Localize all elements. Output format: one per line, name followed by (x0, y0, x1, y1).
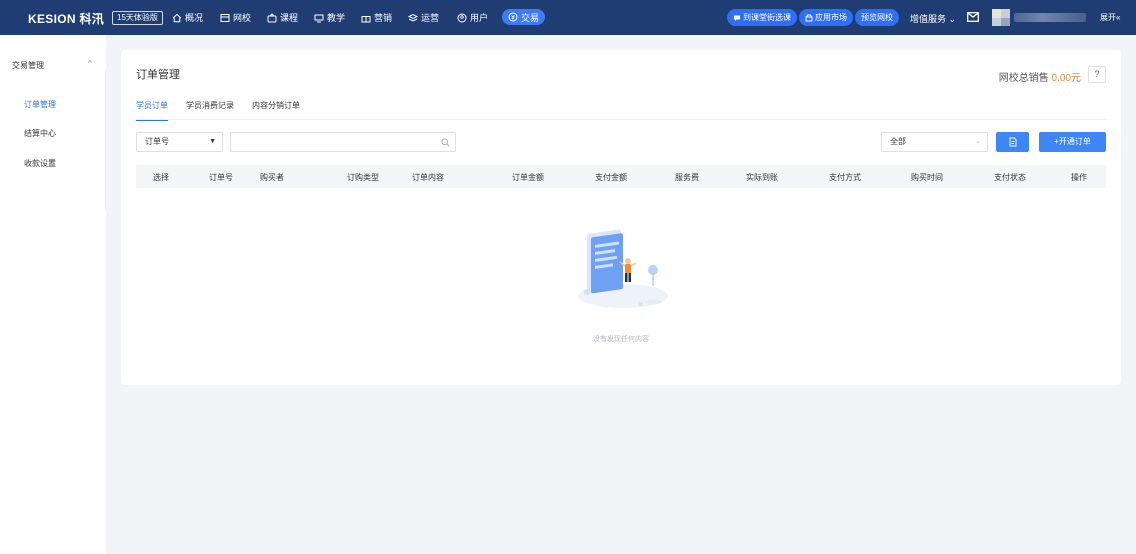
column-header: 订购类型 (347, 173, 379, 182)
store-icon (805, 14, 813, 22)
username-redacted[interactable] (1014, 13, 1086, 22)
nav-item-label: 交易 (521, 12, 540, 23)
total-sales: 网校总销售 0.00元 (999, 69, 1081, 84)
empty-state-text: 没有发现任何内容 (593, 336, 649, 343)
sidebar: 交易管理 ^ 订单管理 结算中心 收款设置 (0, 35, 106, 554)
help-button[interactable]: ? (1088, 66, 1106, 83)
school-icon (220, 13, 230, 23)
nav-item-operations[interactable]: 运营 (408, 0, 439, 35)
page-title: 订单管理 (136, 69, 180, 81)
search-icon[interactable] (441, 138, 450, 147)
filter-field-select[interactable]: 订单号 ▼ (136, 132, 223, 152)
trial-badge: 15天体验版 (112, 11, 163, 25)
nav-item-label: 营销 (374, 13, 393, 23)
filter-field-value: 订单号 (145, 137, 169, 146)
nav-item-course[interactable]: 课程 (267, 0, 298, 35)
course-street-button[interactable]: 到课堂街选课 (727, 9, 797, 26)
expand-button[interactable]: 展开« (1100, 12, 1120, 23)
course-icon (267, 12, 277, 23)
avatar[interactable] (992, 9, 1010, 26)
nav-item-marketing[interactable]: 营销 (361, 0, 392, 35)
column-header: 订单金额 (512, 173, 544, 182)
sidebar-item-payment-settings[interactable]: 收款设置 (24, 158, 56, 169)
top-nav-bar: KESION 科汛 15天体验版 概况 网校 课程 教学 营销 运营 用户 交易… (0, 0, 1136, 35)
column-header: 服务费 (675, 173, 699, 182)
column-header: 操作 (1071, 173, 1087, 182)
order-tabs: 学员订单 学员消费记录 内容分销订单 (136, 100, 318, 121)
sidebar-item-settlement[interactable]: 结算中心 (24, 128, 56, 139)
column-header: 订单内容 (412, 173, 444, 182)
nav-item-users[interactable]: 用户 (457, 0, 488, 35)
sidebar-group-trade[interactable]: 交易管理 (12, 60, 44, 71)
tab-student-orders[interactable]: 学员订单 (136, 100, 168, 121)
total-sales-amount: 0.00元 (1051, 73, 1081, 84)
user-icon (457, 13, 467, 23)
nav-item-overview[interactable]: 概况 (172, 0, 203, 35)
gift-icon (361, 13, 371, 23)
nav-item-school[interactable]: 网校 (220, 0, 251, 35)
chevron-up-icon[interactable]: ^ (88, 59, 92, 68)
value-services-label: 增值服务 (910, 14, 947, 24)
column-header: 购买者 (260, 173, 284, 182)
open-order-button[interactable]: +开通订单 (1039, 132, 1106, 152)
orders-table-header: 选择 订单号 购买者 订购类型 订单内容 订单金额 支付金额 服务费 实际到账 … (136, 165, 1106, 188)
nav-item-trade[interactable]: 交易 (502, 9, 546, 25)
nav-item-teaching[interactable]: 教学 (314, 0, 345, 35)
tab-consumption-records[interactable]: 学员消费记录 (186, 100, 234, 121)
order-management-card: 订单管理 网校总销售 0.00元 ? 学员订单 学员消费记录 内容分销订单 订单… (121, 50, 1121, 385)
pill-label: 到课堂街选课 (743, 13, 791, 22)
chevron-down-icon: ⌄ (948, 14, 957, 24)
mail-icon[interactable] (967, 12, 979, 22)
tab-distribution-orders[interactable]: 内容分销订单 (252, 100, 300, 121)
nav-item-label: 教学 (327, 13, 346, 23)
column-header: 购买时间 (911, 173, 943, 182)
column-header: 支付方式 (829, 173, 861, 182)
search-input[interactable] (230, 132, 456, 152)
column-header: 支付金额 (595, 173, 627, 182)
document-icon (1009, 137, 1016, 147)
query-button[interactable] (996, 132, 1029, 152)
total-sales-label: 网校总销售 (998, 73, 1049, 84)
chat-icon (733, 14, 741, 22)
column-header: 实际到账 (746, 173, 778, 182)
preview-school-button[interactable]: 预览网校 (855, 9, 899, 26)
column-header: 订单号 (209, 173, 233, 182)
value-services-menu[interactable]: 增值服务 ⌄ (910, 12, 956, 25)
teaching-icon (314, 13, 324, 23)
pill-label: 应用市场 (815, 13, 847, 22)
nav-item-label: 概况 (185, 13, 204, 23)
home-icon (172, 13, 182, 23)
column-header: 支付状态 (994, 173, 1026, 182)
status-filter-value: 全部 (890, 137, 906, 146)
nav-item-label: 课程 (280, 13, 299, 23)
chevron-down-icon: ▼ (209, 138, 216, 145)
status-filter-select[interactable]: 全部 ⌄ (881, 132, 988, 152)
layers-icon (408, 13, 418, 23)
coin-icon (508, 12, 518, 22)
brand-logo[interactable]: KESION 科汛 (28, 10, 104, 27)
app-market-button[interactable]: 应用市场 (799, 9, 853, 26)
pill-label: 预览网校 (861, 13, 893, 22)
empty-state-illustration (578, 229, 668, 308)
sidebar-item-orders[interactable]: 订单管理 (24, 99, 56, 110)
nav-item-label: 用户 (470, 13, 489, 23)
sidebar-divider (105, 70, 106, 210)
chevron-down-icon: ⌄ (975, 138, 981, 145)
column-header: 选择 (153, 173, 169, 182)
nav-item-label: 运营 (421, 13, 440, 23)
tabs-divider (136, 119, 1106, 120)
nav-item-label: 网校 (233, 13, 252, 23)
